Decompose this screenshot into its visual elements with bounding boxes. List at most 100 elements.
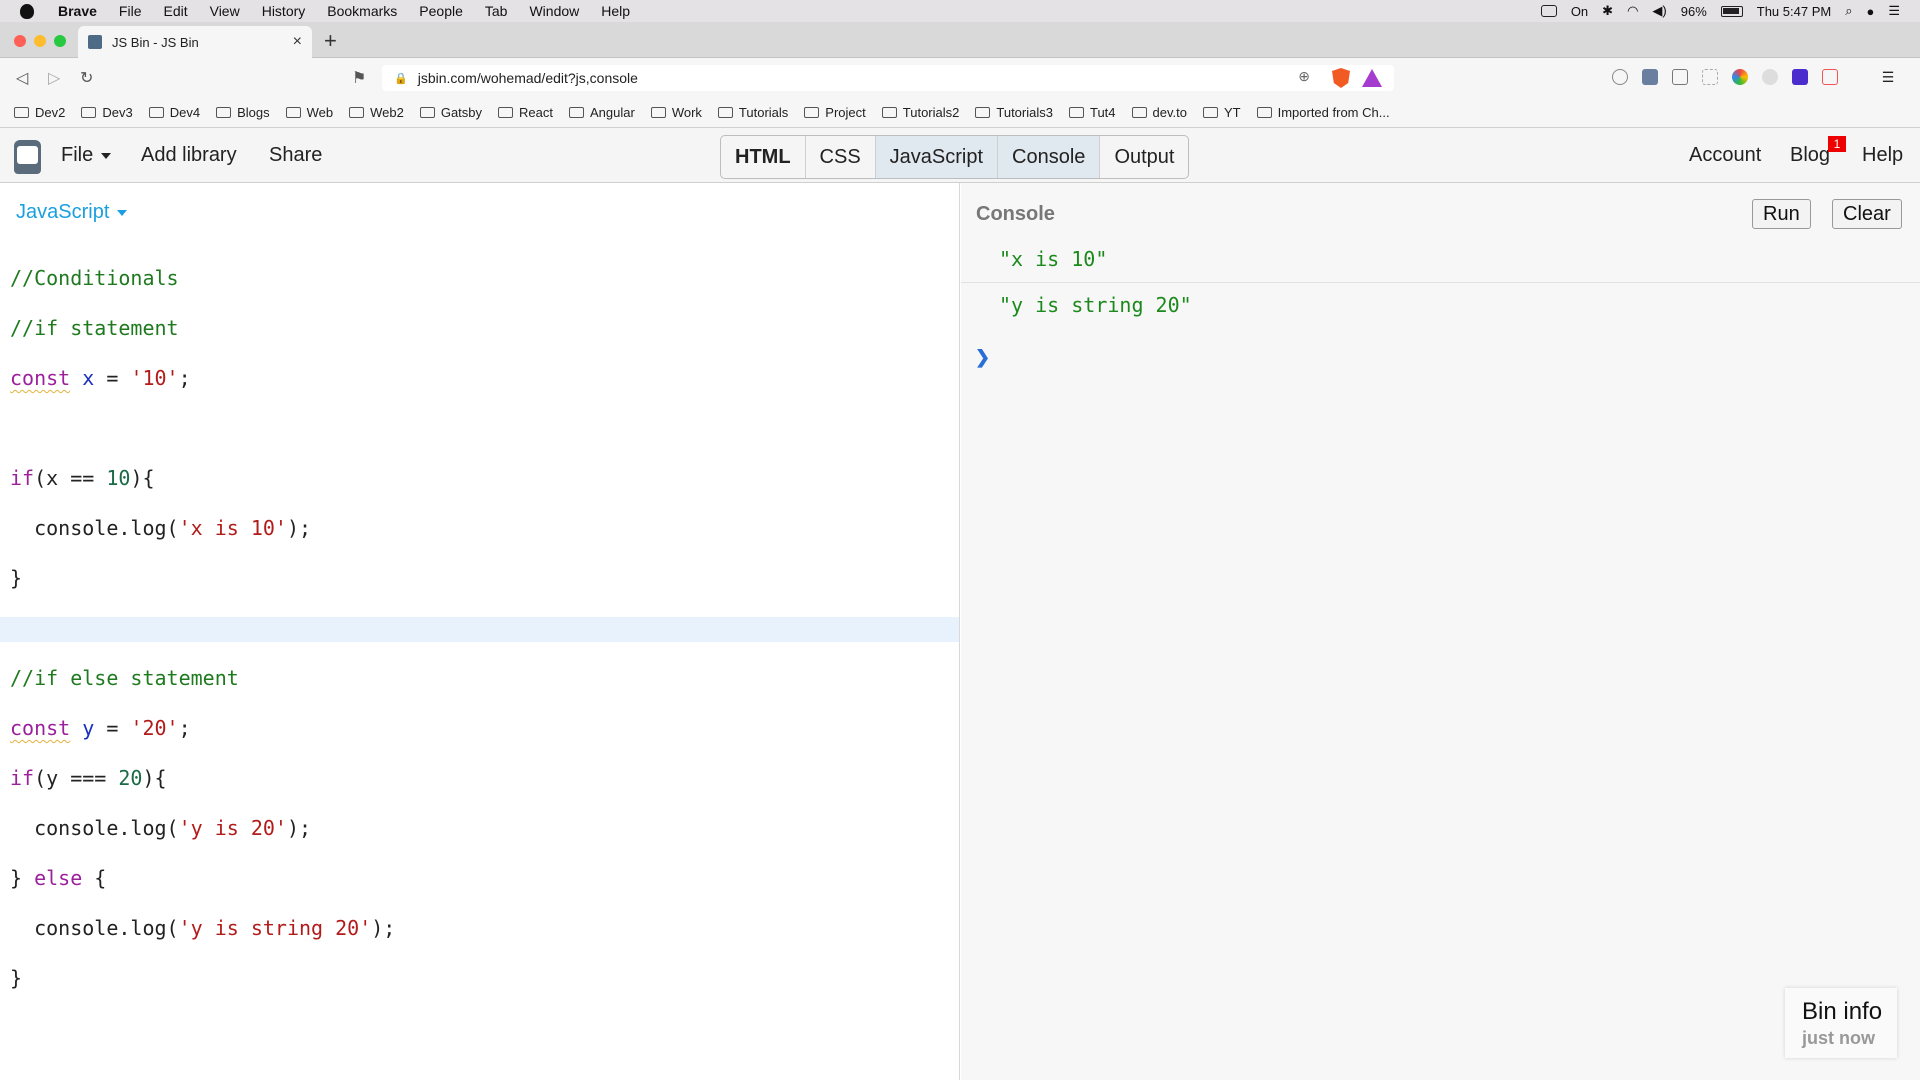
code-line: //if statement xyxy=(10,316,179,340)
vpn-icon[interactable] xyxy=(1540,5,1557,17)
extension-7-icon[interactable] xyxy=(1792,69,1808,85)
bin-info-panel[interactable]: Bin info just now xyxy=(1785,988,1897,1058)
forward-icon[interactable]: ▷ xyxy=(48,68,60,88)
help-link[interactable]: Help xyxy=(1862,128,1903,183)
menu-tab[interactable]: Tab xyxy=(485,3,508,19)
extension-2-icon[interactable] xyxy=(1642,69,1658,85)
bookmark-folder[interactable]: Angular xyxy=(569,105,635,120)
menu-help[interactable]: Help xyxy=(601,3,630,19)
menu-brave[interactable]: Brave xyxy=(58,3,97,19)
bluetooth-icon[interactable]: ✱ xyxy=(1602,3,1613,19)
share-button[interactable]: Share xyxy=(269,128,322,183)
zoom-window-icon[interactable] xyxy=(54,35,66,47)
bookmark-folder[interactable]: Project xyxy=(804,105,866,120)
menu-view[interactable]: View xyxy=(210,3,240,19)
close-window-icon[interactable] xyxy=(14,35,26,47)
run-button[interactable]: Run xyxy=(1752,199,1811,229)
tab-console[interactable]: Console xyxy=(998,136,1101,178)
bookmark-folder[interactable]: Tut4 xyxy=(1068,105,1116,120)
jsbin-logo-icon[interactable] xyxy=(14,140,41,174)
bin-info-timestamp: just now xyxy=(1802,1028,1875,1048)
tab-output[interactable]: Output xyxy=(1100,136,1188,178)
tab-javascript[interactable]: JavaScript xyxy=(875,136,999,178)
back-icon[interactable]: ◁ xyxy=(16,68,28,88)
bookmark-folder[interactable]: Gatsby xyxy=(419,105,482,120)
tab-html[interactable]: HTML xyxy=(721,136,806,178)
code-line: if(x == 10){ xyxy=(10,466,155,490)
bookmark-page-icon[interactable]: ⚑ xyxy=(352,68,366,88)
extension-6-icon[interactable] xyxy=(1762,69,1778,85)
folder-icon xyxy=(498,107,514,118)
json-viewer-icon[interactable] xyxy=(1672,69,1688,85)
blog-link[interactable]: Blog xyxy=(1790,128,1830,183)
bookmark-folder[interactable]: Work xyxy=(650,105,702,120)
file-menu[interactable]: File xyxy=(61,128,112,183)
extension-8-icon[interactable] xyxy=(1822,69,1838,85)
volume-icon[interactable]: ◀) xyxy=(1652,3,1666,19)
brave-shields-icon[interactable] xyxy=(1332,68,1350,88)
spotlight-icon[interactable]: ⌕ xyxy=(1845,3,1852,19)
color-picker-icon[interactable] xyxy=(1732,69,1748,85)
folder-icon xyxy=(349,107,365,118)
url-text[interactable]: jsbin.com/wohemad/edit?js,console xyxy=(418,70,638,86)
code-line: if(y === 20){ xyxy=(10,766,167,790)
address-bar[interactable]: 🔒 jsbin.com/wohemad/edit?js,console ⊕ xyxy=(382,65,1394,91)
menu-history[interactable]: History xyxy=(262,3,306,19)
bookmark-folder[interactable]: YT xyxy=(1202,105,1241,120)
folder-icon xyxy=(1068,107,1084,118)
folder-icon xyxy=(148,107,164,118)
clock[interactable]: Thu 5:47 PM xyxy=(1757,4,1831,19)
bookmark-folder[interactable]: Dev2 xyxy=(14,105,65,120)
bookmark-folder[interactable]: Dev3 xyxy=(81,105,133,120)
bookmark-folder[interactable]: Web xyxy=(285,105,333,120)
battery-icon[interactable] xyxy=(1720,5,1743,17)
menu-window[interactable]: Window xyxy=(529,3,579,19)
bookmark-folder[interactable]: Imported from Ch... xyxy=(1256,105,1390,120)
bookmark-label: Dev3 xyxy=(102,105,133,120)
new-tab-icon[interactable]: + xyxy=(324,28,337,54)
bookmark-folder[interactable]: Tutorials xyxy=(717,105,788,120)
bookmark-folder[interactable]: Blogs xyxy=(216,105,270,120)
clear-button[interactable]: Clear xyxy=(1832,199,1902,229)
bookmark-folder[interactable]: dev.to xyxy=(1131,105,1187,120)
menu-bookmarks[interactable]: Bookmarks xyxy=(327,3,397,19)
zoom-icon[interactable]: ⊕ xyxy=(1298,68,1310,85)
menu-file[interactable]: File xyxy=(119,3,142,19)
file-menu-label: File xyxy=(61,144,94,166)
minimize-window-icon[interactable] xyxy=(34,35,46,47)
bookmark-folder[interactable]: Web2 xyxy=(349,105,404,120)
javascript-editor-panel[interactable]: JavaScript //Conditionals //if statement… xyxy=(0,183,960,1080)
add-library-button[interactable]: Add library xyxy=(141,128,237,183)
close-tab-icon[interactable]: × xyxy=(293,33,302,51)
extension-4-icon[interactable] xyxy=(1702,69,1718,85)
wifi-icon[interactable]: ◠ xyxy=(1627,3,1638,19)
browser-menu-icon[interactable]: ☰ xyxy=(1880,69,1896,85)
vpn-status[interactable]: On xyxy=(1571,4,1588,19)
brave-rewards-icon[interactable] xyxy=(1362,69,1382,87)
account-link[interactable]: Account xyxy=(1689,128,1761,183)
extension-1-icon[interactable] xyxy=(1612,69,1628,85)
folder-icon xyxy=(804,107,820,118)
bookmark-label: Angular xyxy=(590,105,635,120)
bookmark-folder[interactable]: React xyxy=(498,105,553,120)
lock-icon[interactable]: 🔒 xyxy=(394,72,408,85)
notification-center-icon[interactable]: ☰ xyxy=(1888,3,1900,19)
bookmark-folder[interactable]: Tutorials3 xyxy=(975,105,1053,120)
tab-css[interactable]: CSS xyxy=(806,136,876,178)
menu-edit[interactable]: Edit xyxy=(163,3,187,19)
jsbin-favicon-icon xyxy=(88,35,102,49)
language-label: JavaScript xyxy=(16,201,110,223)
menu-people[interactable]: People xyxy=(419,3,463,19)
tab-strip: JS Bin - JS Bin × + xyxy=(0,22,1920,58)
reload-icon[interactable]: ↻ xyxy=(80,68,93,88)
language-selector[interactable]: JavaScript xyxy=(16,201,128,224)
code-editor[interactable]: //Conditionals //if statement const x = … xyxy=(10,241,395,1041)
siri-icon[interactable]: ● xyxy=(1866,4,1874,19)
bookmark-folder[interactable]: Tutorials2 xyxy=(881,105,959,120)
apple-icon[interactable] xyxy=(20,3,34,19)
browser-tab[interactable]: JS Bin - JS Bin × xyxy=(78,26,312,58)
console-prompt-icon[interactable]: ❯ xyxy=(975,347,990,368)
bookmark-folder[interactable]: Dev4 xyxy=(148,105,200,120)
battery-percent[interactable]: 96% xyxy=(1681,4,1707,19)
